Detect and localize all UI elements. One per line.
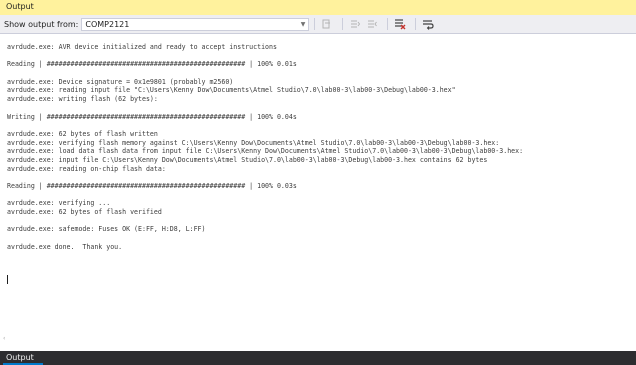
log-line: Reading | ##############################… <box>7 60 297 69</box>
toolbar-separator <box>314 18 316 30</box>
output-tab-bar: Output <box>0 351 636 365</box>
find-message-icon[interactable] <box>320 17 334 31</box>
output-source-dropdown[interactable]: COMP2121 ▼ <box>81 17 310 31</box>
log-line: Reading | ##############################… <box>7 182 297 190</box>
scroll-left-icon[interactable]: ‹ <box>3 335 5 342</box>
log-line: avrdude.exe: 62 bytes of flash verified <box>7 208 162 217</box>
output-log: avrdude.exe: AVR device initialized and … <box>7 43 627 260</box>
log-line: Writing | ##############################… <box>7 112 297 121</box>
text-caret <box>7 275 8 284</box>
log-line: avrdude.exe: AVR device initialized and … <box>7 43 277 51</box>
toolbar-separator <box>342 18 344 30</box>
toolbar-separator <box>387 18 389 30</box>
output-tab[interactable]: Output <box>6 353 34 362</box>
toolbar-separator <box>415 18 417 30</box>
output-toolbar: Show output from: COMP2121 ▼ <box>0 15 636 34</box>
go-to-previous-icon[interactable] <box>348 17 362 31</box>
log-line: avrdude.exe: input file C:\Users\Kenny D… <box>7 155 488 164</box>
log-line: avrdude.exe: verifying ... <box>7 199 111 208</box>
word-wrap-icon[interactable] <box>421 17 435 31</box>
go-to-next-icon[interactable] <box>365 17 379 31</box>
log-line: avrdude.exe: verifying flash memory agai… <box>7 138 500 147</box>
log-line: avrdude.exe: Device signature = 0x1e9801… <box>7 77 234 86</box>
output-text-area[interactable]: avrdude.exe: AVR device initialized and … <box>0 35 636 346</box>
log-line: avrdude.exe: reading input file "C:\User… <box>7 86 456 95</box>
log-line: avrdude.exe: reading on-chip flash data: <box>7 164 166 173</box>
output-source-value: COMP2121 <box>85 19 130 29</box>
clear-all-icon[interactable] <box>393 17 407 31</box>
panel-title-label: Output <box>6 2 34 11</box>
output-panel-title: Output <box>0 0 636 15</box>
log-line: avrdude.exe: safemode: Fuses OK (E:FF, H… <box>7 225 206 234</box>
log-line: avrdude.exe done. Thank you. <box>7 242 123 251</box>
log-line: avrdude.exe: writing flash (62 bytes): <box>7 95 158 104</box>
chevron-down-icon: ▼ <box>300 20 306 28</box>
show-output-label: Show output from: <box>4 19 79 29</box>
log-line: avrdude.exe: load data flash data from i… <box>7 147 524 156</box>
log-line: avrdude.exe: 62 bytes of flash written <box>7 129 158 138</box>
